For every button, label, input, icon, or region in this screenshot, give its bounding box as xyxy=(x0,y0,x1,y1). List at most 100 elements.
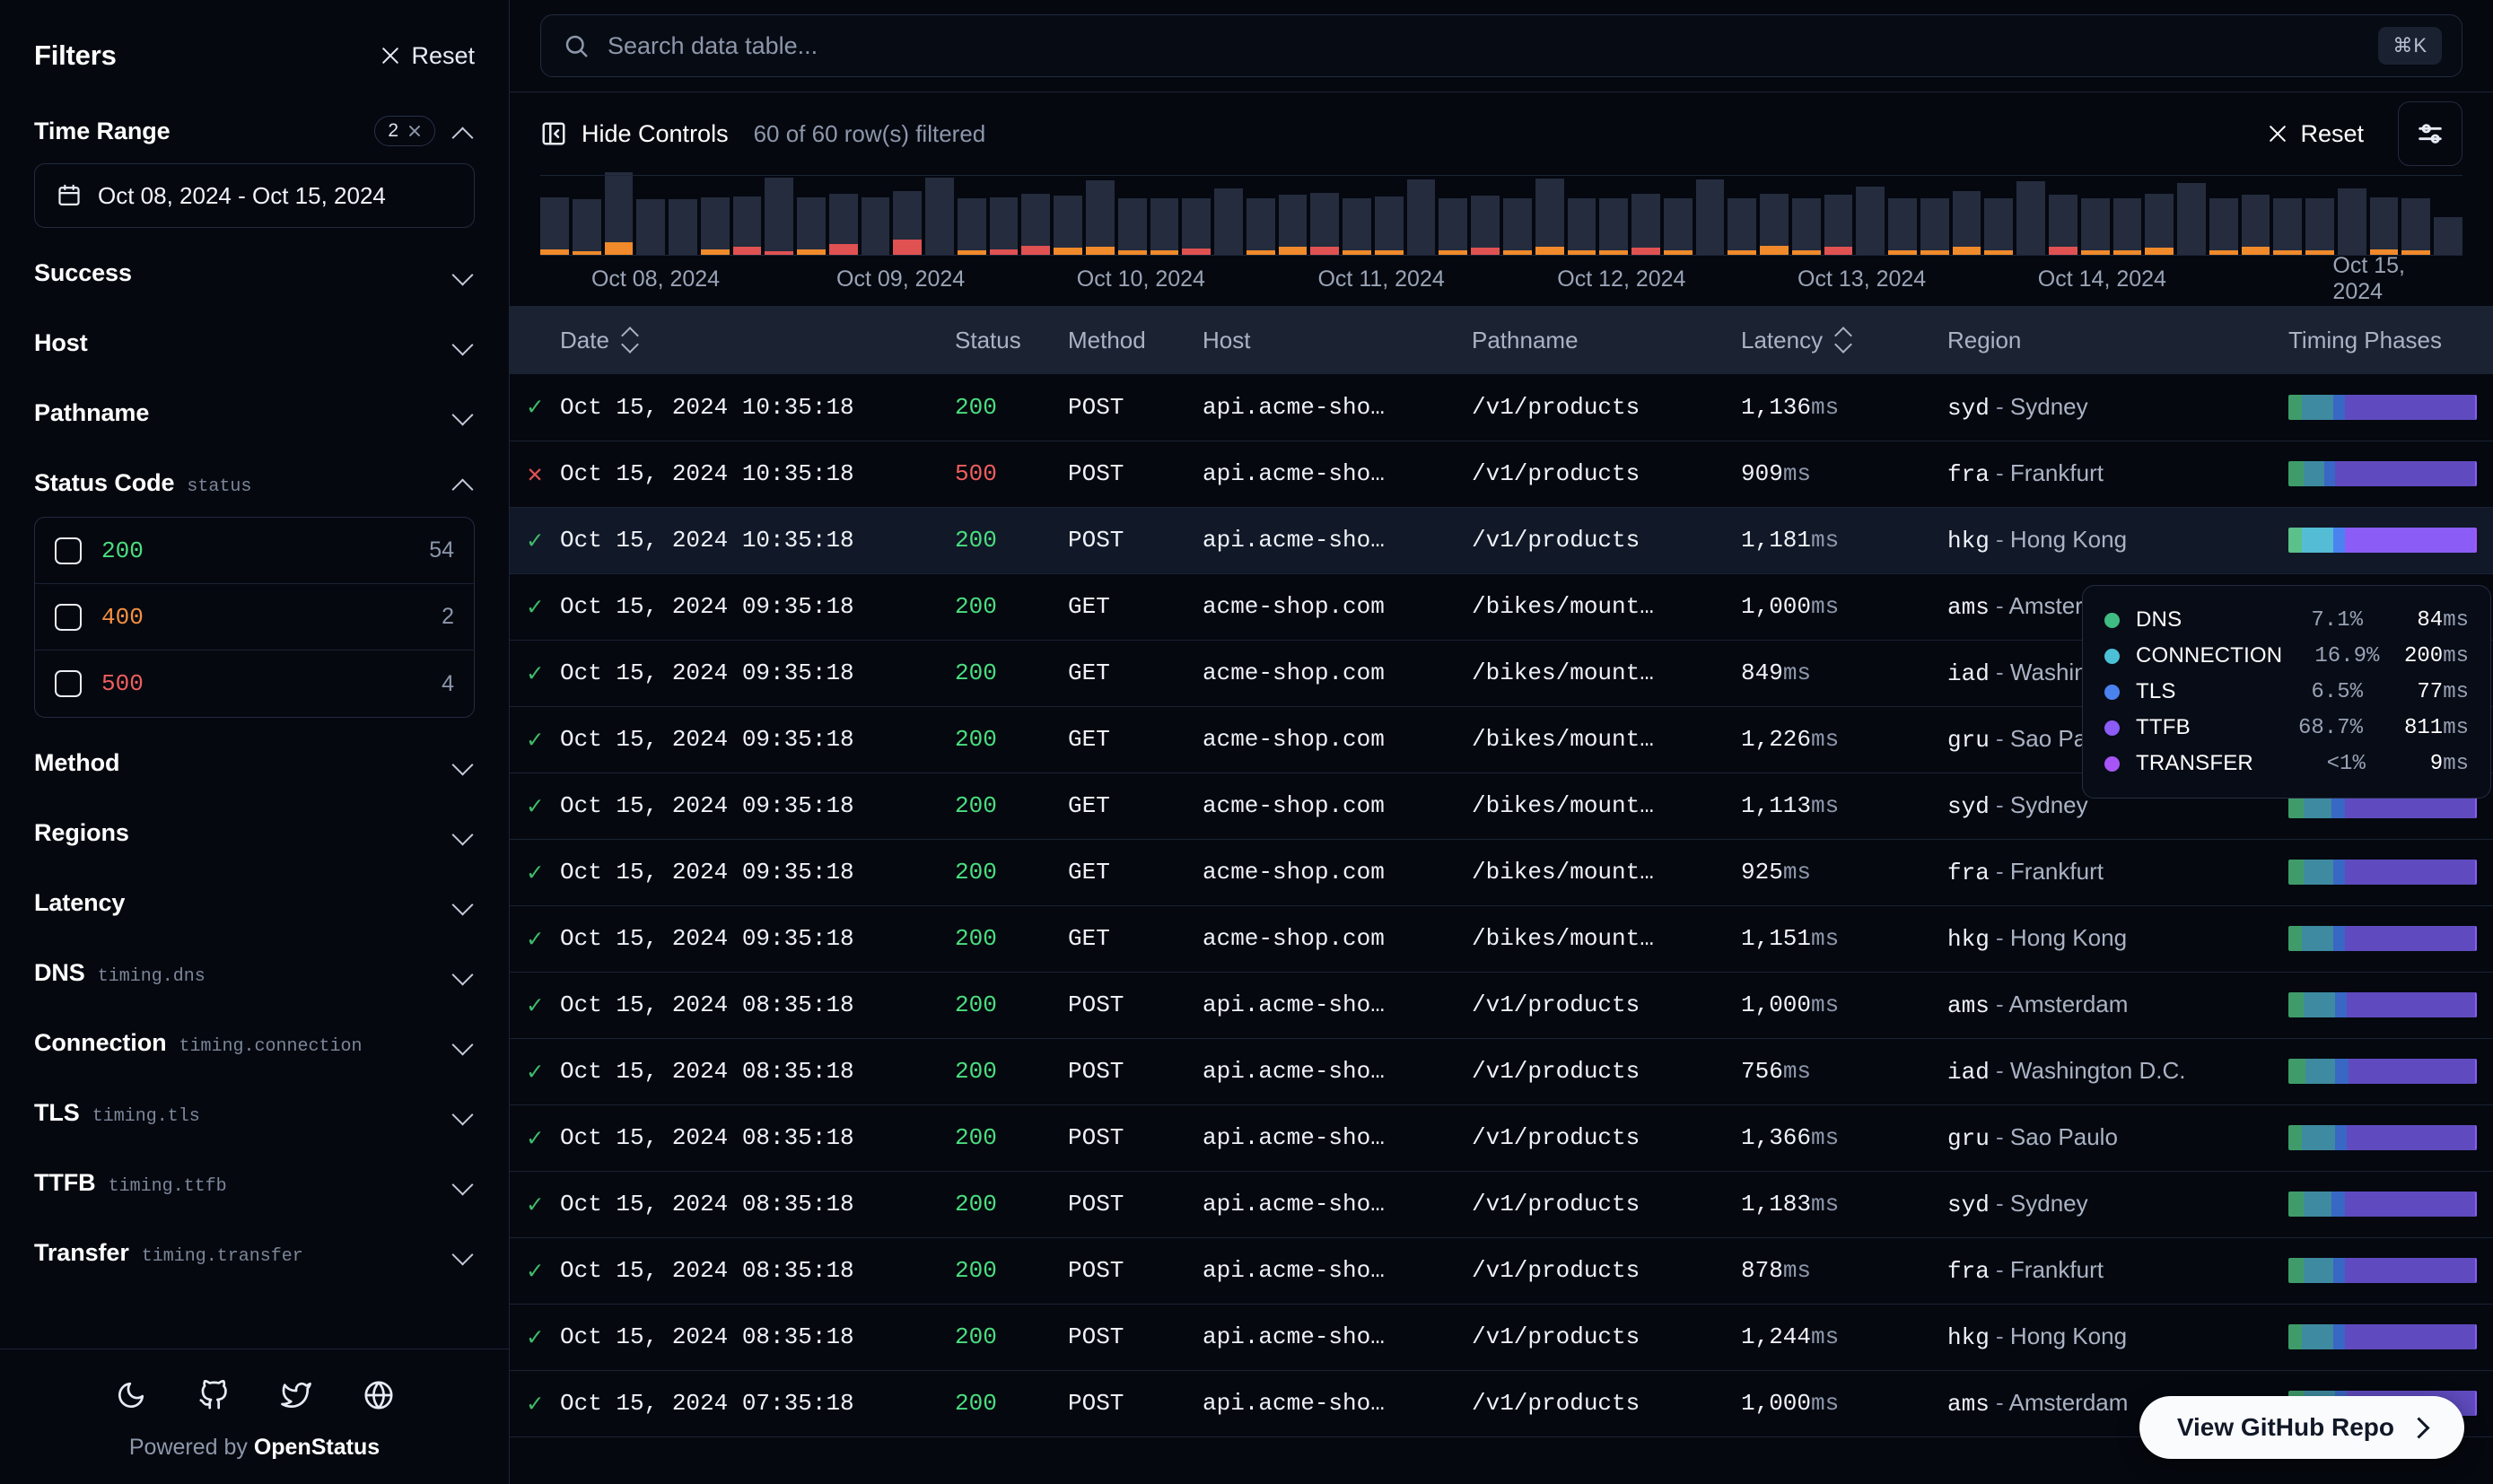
table-row[interactable]: ✓ Oct 15, 2024 10:35:18 200 POST api.acme-sh… xyxy=(510,507,2493,573)
chart-bar[interactable] xyxy=(2048,195,2078,255)
chart-bar[interactable] xyxy=(669,199,697,255)
cell-timing-phases[interactable] xyxy=(2288,374,2493,441)
cell-timing-phases[interactable] xyxy=(2288,1304,2493,1370)
chart-bar[interactable] xyxy=(1502,198,1532,255)
cell-timing-phases[interactable] xyxy=(2288,1104,2493,1171)
chevron-up-icon[interactable] xyxy=(451,119,475,143)
filter-group-header[interactable]: Status Code status xyxy=(34,458,475,508)
timing-phases-bar[interactable] xyxy=(2288,1059,2477,1084)
table-row[interactable]: ✓ Oct 15, 2024 08:35:18 200 POST api.acme-sh… xyxy=(510,1038,2493,1104)
chart-bar[interactable] xyxy=(1695,179,1725,255)
table-row[interactable]: ✓ Oct 15, 2024 08:35:18 200 POST api.acme-sh… xyxy=(510,972,2493,1038)
chart-bar[interactable] xyxy=(1567,198,1596,255)
hide-controls-button[interactable]: Hide Controls xyxy=(540,120,729,148)
status-code-checkbox[interactable] xyxy=(55,670,82,697)
chart-bar[interactable] xyxy=(2112,198,2142,255)
cell-timing-phases[interactable] xyxy=(2288,507,2493,573)
chart-bar[interactable] xyxy=(2241,195,2270,255)
table-header-latency[interactable]: Latency xyxy=(1741,306,1947,374)
column-settings-button[interactable] xyxy=(2398,101,2462,166)
filter-group-header[interactable]: Latency xyxy=(34,877,475,928)
chart-bar[interactable] xyxy=(1728,198,1757,255)
chart-bar[interactable] xyxy=(1182,198,1212,255)
cell-timing-phases[interactable] xyxy=(2288,441,2493,507)
chart-bar[interactable] xyxy=(925,178,954,255)
cell-timing-phases[interactable] xyxy=(2288,905,2493,972)
filter-group-header[interactable]: Success xyxy=(34,248,475,298)
cell-timing-phases[interactable] xyxy=(2288,839,2493,905)
cell-timing-phases[interactable] xyxy=(2288,1237,2493,1304)
sidebar-reset-button[interactable]: Reset xyxy=(379,42,475,70)
chevron-up-icon[interactable] xyxy=(451,471,475,494)
chart-bar[interactable] xyxy=(2016,181,2045,255)
chart-bar[interactable] xyxy=(1374,196,1404,255)
view-github-repo-button[interactable]: View GitHub Repo xyxy=(2139,1396,2464,1459)
cell-timing-phases[interactable] xyxy=(2288,1171,2493,1237)
chart-bar[interactable] xyxy=(1599,198,1629,255)
table-row[interactable]: ✓ Oct 15, 2024 09:35:18 200 GET acme-shop.co… xyxy=(510,839,2493,905)
chevron-down-icon[interactable] xyxy=(451,891,475,914)
table-row[interactable]: ✓ Oct 15, 2024 08:35:18 200 POST api.acme-sh… xyxy=(510,1237,2493,1304)
chart-bar[interactable] xyxy=(1631,194,1660,255)
chart-bar[interactable] xyxy=(1471,196,1500,255)
status-code-checkbox[interactable] xyxy=(55,603,82,631)
chart-bar[interactable] xyxy=(2337,188,2366,255)
chart-bar[interactable] xyxy=(1343,198,1371,255)
table-reset-button[interactable]: Reset xyxy=(2266,120,2364,148)
status-code-option[interactable]: 400 2 xyxy=(35,584,474,650)
chevron-down-icon[interactable] xyxy=(451,961,475,984)
timeline-chart[interactable] xyxy=(540,172,2462,256)
chart-bar[interactable] xyxy=(2401,198,2431,255)
chart-bar[interactable] xyxy=(572,199,601,255)
status-code-checkbox[interactable] xyxy=(55,537,82,564)
filter-group-header[interactable]: Time Range 2 xyxy=(34,106,475,156)
filter-group-header[interactable]: Host xyxy=(34,318,475,368)
timing-phases-bar[interactable] xyxy=(2288,1192,2477,1217)
twitter-icon[interactable] xyxy=(280,1380,311,1415)
chart-bar[interactable] xyxy=(1791,198,1821,255)
timing-phases-bar[interactable] xyxy=(2288,992,2477,1017)
sort-icon[interactable] xyxy=(1835,327,1853,353)
chart-bar[interactable] xyxy=(1856,187,1885,255)
chart-bar[interactable] xyxy=(2177,183,2206,255)
filter-group-header[interactable]: Method xyxy=(34,738,475,788)
chevron-down-icon[interactable] xyxy=(451,1241,475,1264)
chart-bar[interactable] xyxy=(1054,196,1083,255)
filter-group-header[interactable]: TLS timing.tls xyxy=(34,1087,475,1138)
table-row[interactable]: ✓ Oct 15, 2024 09:35:18 200 GET acme-shop.co… xyxy=(510,905,2493,972)
chevron-down-icon[interactable] xyxy=(451,821,475,844)
timing-phases-bar[interactable] xyxy=(2288,860,2477,885)
timing-phases-bar[interactable] xyxy=(2288,528,2477,553)
chart-bar[interactable] xyxy=(861,197,890,255)
table-row[interactable]: ✓ Oct 15, 2024 08:35:18 200 POST api.acme-sh… xyxy=(510,1171,2493,1237)
chart-bar[interactable] xyxy=(1406,179,1436,255)
chart-bar[interactable] xyxy=(1246,198,1275,255)
filter-group-header[interactable]: TTFB timing.ttfb xyxy=(34,1157,475,1208)
chart-bar[interactable] xyxy=(1439,198,1468,255)
chart-bar[interactable] xyxy=(797,197,826,255)
chart-bar[interactable] xyxy=(1535,179,1564,255)
chart-bar[interactable] xyxy=(1278,195,1308,255)
chart-bar[interactable] xyxy=(765,178,794,255)
chart-bar[interactable] xyxy=(1920,198,1949,255)
date-range-picker[interactable]: Oct 08, 2024 - Oct 15, 2024 xyxy=(34,163,475,228)
chart-bar[interactable] xyxy=(2209,198,2238,255)
chart-bar[interactable] xyxy=(604,172,634,255)
table-row[interactable]: ✓ Oct 15, 2024 08:35:18 200 POST api.acme-sh… xyxy=(510,1104,2493,1171)
chart-bar[interactable] xyxy=(2434,217,2462,255)
chart-bar[interactable] xyxy=(1952,191,1981,255)
globe-icon[interactable] xyxy=(363,1380,394,1415)
chart-bar[interactable] xyxy=(1117,198,1147,255)
moon-icon[interactable] xyxy=(116,1380,146,1415)
chart-bar[interactable] xyxy=(1310,193,1340,255)
chart-bar[interactable] xyxy=(1086,180,1115,255)
filter-group-header[interactable]: Transfer timing.transfer xyxy=(34,1227,475,1278)
chart-bar[interactable] xyxy=(1824,195,1853,255)
chevron-down-icon[interactable] xyxy=(451,751,475,774)
filter-group-header[interactable]: Pathname xyxy=(34,388,475,438)
clear-filter-icon[interactable] xyxy=(407,124,422,139)
search-input[interactable] xyxy=(608,31,2361,60)
chevron-down-icon[interactable] xyxy=(451,401,475,424)
filter-active-count-badge[interactable]: 2 xyxy=(374,116,435,146)
chevron-down-icon[interactable] xyxy=(451,1171,475,1194)
